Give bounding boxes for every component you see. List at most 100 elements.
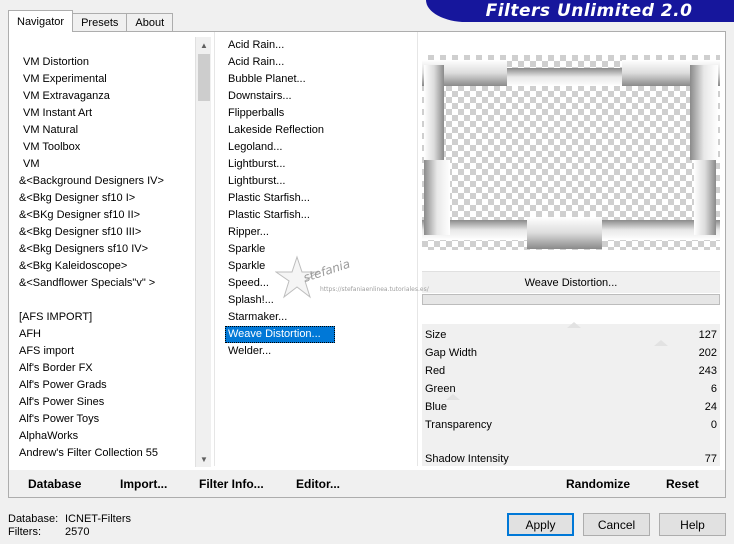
category-item[interactable]: &<Bkg Designer sf10 III>: [19, 224, 199, 241]
filters-count-label: Filters:: [8, 526, 41, 538]
filter-item[interactable]: Starmaker...: [225, 309, 335, 326]
app-title: Filters Unlimited 2.0: [485, 1, 693, 21]
scroll-down-icon[interactable]: ▼: [196, 451, 212, 467]
category-item[interactable]: VM Instant Art: [19, 105, 199, 122]
category-item[interactable]: &<Bkg Designer sf10 I>: [19, 190, 199, 207]
reset-button[interactable]: Reset: [666, 477, 699, 491]
param-slider[interactable]: Shadow Intensity 77: [422, 450, 720, 468]
param-label: Size: [425, 329, 447, 341]
category-item[interactable]: Alf's Border FX: [19, 360, 199, 377]
filter-item[interactable]: Sparkle: [225, 241, 335, 258]
tab-presets[interactable]: Presets: [72, 13, 128, 32]
param-value: 0: [710, 419, 717, 431]
filter-item[interactable]: Splash!...: [225, 292, 335, 309]
category-item[interactable]: VM Distortion: [19, 54, 199, 71]
category-item[interactable]: &<Bkg Kaleidoscope>: [19, 258, 199, 275]
param-value: 202: [698, 347, 717, 359]
editor-button[interactable]: Editor...: [296, 477, 340, 491]
param-label: Blue: [425, 401, 448, 413]
param-value: 24: [704, 401, 717, 413]
param-value: 243: [698, 365, 717, 377]
category-item[interactable]: VM Extravaganza: [19, 88, 199, 105]
filter-item[interactable]: Flipperballs: [225, 105, 335, 122]
filter-info-button[interactable]: Filter Info...: [199, 477, 264, 491]
category-item[interactable]: &<Sandflower Specials"v" >: [19, 275, 199, 292]
filter-list[interactable]: Acid Rain... Acid Rain... Bubble Planet...…: [225, 37, 335, 360]
category-scrollbar[interactable]: ▲ ▼: [195, 37, 211, 467]
tab-strip: Navigator Presets About: [8, 10, 174, 32]
column-divider: [417, 32, 418, 466]
category-item[interactable]: [AFS IMPORT]: [19, 309, 199, 326]
param-value: 77: [704, 453, 717, 465]
param-slider[interactable]: Gap Width 202: [422, 340, 720, 362]
help-button[interactable]: Help: [659, 513, 726, 536]
category-item[interactable]: Alf's Power Grads: [19, 377, 199, 394]
cancel-button[interactable]: Cancel: [583, 513, 650, 536]
scroll-up-icon[interactable]: ▲: [196, 37, 212, 53]
category-item[interactable]: VM Toolbox: [19, 139, 199, 156]
param-slider[interactable]: Green 6: [422, 380, 720, 398]
param-label: Shadow Intensity: [425, 453, 509, 465]
param-slider[interactable]: Transparency 0: [422, 416, 720, 434]
filter-item[interactable]: Lightburst...: [225, 156, 335, 173]
category-item[interactable]: &<BKg Designer sf10 II>: [19, 207, 199, 224]
category-item[interactable]: &<Bkg Designers sf10 IV>: [19, 241, 199, 258]
category-item[interactable]: AFS import: [19, 343, 199, 360]
column-divider: [214, 32, 215, 466]
slider-thumb-icon[interactable]: [567, 322, 581, 328]
category-list[interactable]: VM Distortion VM Experimental VM Extravaga…: [19, 54, 199, 462]
tab-navigator[interactable]: Navigator: [8, 10, 74, 32]
database-button[interactable]: Database: [28, 477, 81, 491]
filter-item[interactable]: Ripper...: [225, 224, 335, 241]
category-item[interactable]: VM: [19, 156, 199, 173]
apply-button[interactable]: Apply: [507, 513, 574, 536]
slider-thumb-icon[interactable]: [446, 394, 460, 400]
filter-item[interactable]: Welder...: [225, 343, 335, 360]
import-button[interactable]: Import...: [120, 477, 167, 491]
category-item[interactable]: Alf's Power Sines: [19, 394, 199, 411]
weave-frame-preview: [422, 60, 720, 249]
randomize-button[interactable]: Randomize: [566, 477, 630, 491]
filter-item[interactable]: Lightburst...: [225, 173, 335, 190]
filter-item[interactable]: Lakeside Reflection: [225, 122, 335, 139]
filter-item[interactable]: Legoland...: [225, 139, 335, 156]
database-info-label: Database:: [8, 513, 59, 525]
tab-about[interactable]: About: [126, 13, 174, 32]
app-title-banner: Filters Unlimited 2.0: [426, 0, 734, 22]
param-slider[interactable]: Red 243: [422, 362, 720, 380]
category-item[interactable]: Alf's Power Toys: [19, 411, 199, 428]
scroll-thumb[interactable]: [198, 54, 210, 101]
filter-item[interactable]: Weave Distortion...: [225, 326, 335, 343]
category-item[interactable]: AFH: [19, 326, 199, 343]
category-item[interactable]: AlphaWorks: [19, 428, 199, 445]
slider-thumb-icon[interactable]: [654, 340, 668, 346]
param-value: 127: [698, 329, 717, 341]
category-item[interactable]: VM Experimental: [19, 71, 199, 88]
param-label: Transparency: [425, 419, 492, 431]
category-item[interactable]: VM Natural: [19, 122, 199, 139]
database-info-value: ICNET-Filters: [65, 513, 131, 525]
param-label: Red: [425, 365, 446, 377]
param-value: 6: [710, 383, 717, 395]
filter-item[interactable]: Plastic Starfish...: [225, 190, 335, 207]
filter-item[interactable]: Bubble Planet...: [225, 71, 335, 88]
filters-count-value: 2570: [65, 526, 90, 538]
parameter-panel: Size 127 Gap Width 202 Red 243 Green 6 Blue 24 Tra…: [422, 322, 720, 468]
param-label: Gap Width: [425, 347, 477, 359]
filter-item[interactable]: Speed...: [225, 275, 335, 292]
category-item[interactable]: &<Background Designers IV>: [19, 173, 199, 190]
filter-item[interactable]: Acid Rain...: [225, 37, 335, 54]
panel-button-bar: Database Import... Filter Info... Editor…: [9, 470, 725, 497]
current-filter-name: Weave Distortion...: [422, 271, 720, 293]
param-slider[interactable]: Blue 24: [422, 394, 720, 416]
filter-item[interactable]: Sparkle: [225, 258, 335, 275]
navigator-panel: VM Distortion VM Experimental VM Extravaga…: [8, 31, 726, 498]
category-item[interactable]: Andrew's Filter Collection 55: [19, 445, 199, 462]
filter-item[interactable]: Plastic Starfish...: [225, 207, 335, 224]
preview-canvas: [422, 55, 720, 250]
param-slider[interactable]: Size 127: [422, 322, 720, 344]
filter-item[interactable]: Downstairs...: [225, 88, 335, 105]
filter-item[interactable]: Acid Rain...: [225, 54, 335, 71]
progress-bar: [422, 294, 720, 305]
